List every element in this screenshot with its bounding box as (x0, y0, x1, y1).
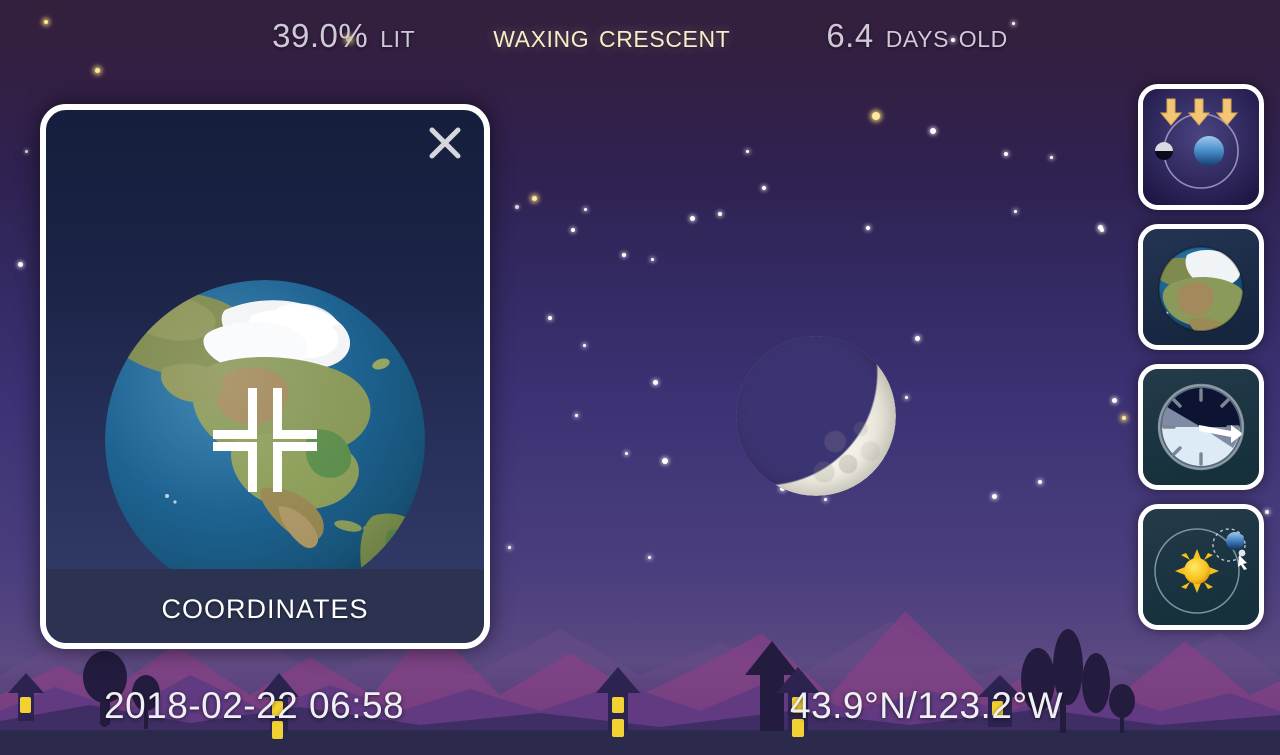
moon-age-readout: 6.4 Days old (826, 17, 1008, 55)
card-title-bar: Coordinates (46, 569, 484, 643)
illumination-readout: 39.0% Lit (272, 17, 415, 55)
phase-name-readout: Waxing crescent (493, 17, 730, 55)
moon-marker (1155, 142, 1173, 160)
close-icon[interactable] (422, 120, 468, 166)
phase-header-bar: 39.0% Lit Waxing crescent 6.4 Days old (0, 0, 1280, 72)
sidebar-item-solar-system[interactable] (1138, 504, 1264, 630)
tool-sidebar (1138, 84, 1264, 630)
moon-earth-orbit-icon (1143, 89, 1259, 205)
phase-name: Waxing crescent (493, 17, 731, 54)
illumination-value: 39.0% (272, 17, 369, 54)
card-title: Coordinates (161, 584, 369, 627)
datetime-readout[interactable]: 2018-02-22 06:58 (104, 685, 404, 727)
sidebar-item-moon-phase-diagram[interactable] (1138, 84, 1264, 210)
earth-globe-icon (1143, 229, 1259, 345)
waxing-crescent-moon (736, 336, 896, 496)
clock-dial-icon (1143, 369, 1259, 485)
earth-globe[interactable] (105, 280, 425, 600)
sidebar-item-time-clock[interactable] (1138, 364, 1264, 490)
sidebar-item-coordinates-globe[interactable] (1138, 224, 1264, 350)
coordinates-readout[interactable]: 43.9°N/123.2°W (790, 685, 1063, 727)
moon-age-label: Days old (885, 17, 1008, 54)
moon-age-value: 6.4 (826, 17, 874, 54)
moon-phase-app: 39.0% Lit Waxing crescent 6.4 Days old (0, 0, 1280, 755)
coordinates-card[interactable]: Coordinates (40, 104, 490, 649)
illumination-label: Lit (380, 17, 416, 54)
sun-orbit-icon (1143, 509, 1259, 625)
status-bar: 2018-02-22 06:58 43.9°N/123.2°W (0, 677, 1280, 755)
globe-landmass (105, 292, 425, 600)
